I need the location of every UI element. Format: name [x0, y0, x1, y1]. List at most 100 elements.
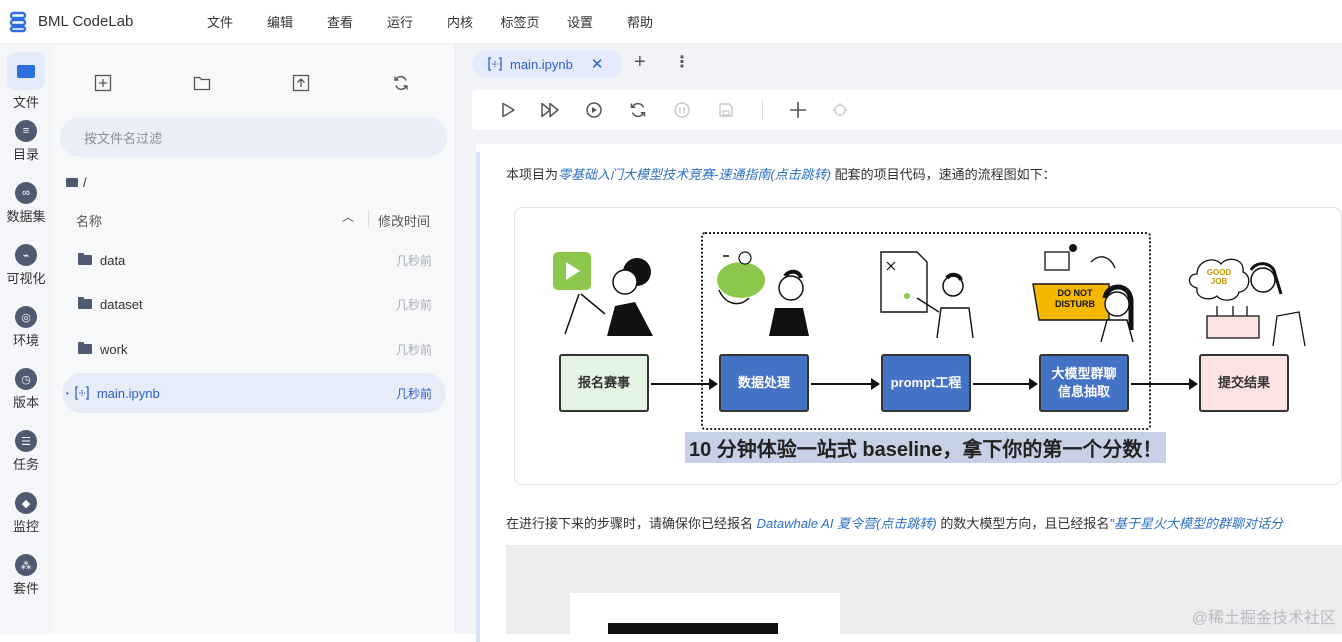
flow-step-label: prompt工程 [890, 375, 962, 390]
restart-run-icon[interactable] [584, 100, 604, 120]
notebook-icon [488, 57, 502, 71]
debug-icon[interactable] [830, 100, 850, 120]
competition-link[interactable]: "基于星火大模型的群聊对话分 [1109, 516, 1283, 531]
tab-label: main.ipynb [510, 56, 573, 72]
do-not-disturb-illustration: DO NOT DISTURB [1031, 242, 1141, 343]
intro-text: 本项目为 [506, 167, 559, 182]
sidebar-item-label: 目录 [12, 147, 39, 162]
flow-step-llm: 大模型群聊 信息抽取 [1039, 354, 1129, 412]
top-bar: BML CodeLab 文件 编辑 查看 运行 内核 标签页 设置 帮助 [0, 0, 1342, 44]
flow-step-label: 报名赛事 [577, 375, 630, 390]
sidebar-item-label: 数据集 [6, 209, 46, 224]
folder-icon [17, 64, 35, 78]
interrupt-icon[interactable] [672, 100, 692, 120]
flowchart-image: DO NOT DISTURB GOOD JOB 报名赛事 数据处理 prompt… [514, 207, 1342, 485]
sidebar-item-files[interactable]: 文件 [0, 52, 52, 111]
sidebar-item-label: 套件 [12, 581, 39, 596]
run-all-icon[interactable] [540, 100, 560, 120]
file-time: 几秒前 [395, 253, 432, 268]
breadcrumb-root[interactable]: / [83, 175, 87, 190]
restart-icon[interactable] [628, 100, 648, 120]
tab-main-ipynb[interactable]: main.ipynb ✕ [472, 50, 622, 78]
document-person-illustration [877, 248, 977, 339]
toolbar-divider [762, 100, 763, 120]
task-icon: ☰ [15, 430, 37, 452]
more-vertical-icon[interactable]: ⋮ [674, 52, 690, 72]
cell-active-bar[interactable] [476, 152, 480, 642]
clock-icon: ◷ [15, 368, 37, 390]
guide-link[interactable]: 零基础入门大模型技术竞赛-速通指南(点击跳转) [558, 167, 831, 182]
add-cell-icon[interactable] [788, 100, 808, 120]
run-icon[interactable] [498, 100, 518, 120]
sidebar-item-toc[interactable]: ≡ 目录 [0, 120, 52, 163]
sidebar-item-environment[interactable]: ◎ 环境 [0, 306, 52, 349]
sort-chevron-up-icon[interactable]: ︿ [342, 208, 354, 225]
new-folder-icon[interactable] [191, 72, 213, 94]
bml-logo-icon [8, 11, 30, 33]
menu-file[interactable]: 文件 [190, 12, 250, 31]
sidebar-item-task[interactable]: ☰ 任务 [0, 430, 52, 473]
file-row-data[interactable]: data 几秒前 [62, 240, 446, 280]
file-list-header: 名称 ︿ 修改时间 [66, 208, 446, 232]
column-name[interactable]: 名称 [76, 211, 102, 230]
camp-link[interactable]: Datawhale AI 夏令营(点击跳转) [757, 516, 937, 531]
play-person-illustration [551, 250, 661, 336]
menu-view[interactable]: 查看 [310, 12, 370, 31]
suite-icon: ⁂ [15, 554, 37, 576]
notebook-toolbar [472, 90, 1342, 130]
prereq-text: 在进行接下来的步骤时，请确保你已经报名 [506, 516, 757, 531]
intro-paragraph: 本项目为零基础入门大模型技术竞赛-速通指南(点击跳转) 配套的项目代码，速通的流… [506, 164, 1056, 183]
menu-help[interactable]: 帮助 [610, 12, 670, 31]
toc-icon: ≡ [15, 120, 37, 142]
file-row-dataset[interactable]: dataset 几秒前 [62, 284, 446, 324]
folder-icon [78, 253, 92, 265]
upload-icon[interactable] [290, 72, 312, 94]
menu-tabs[interactable]: 标签页 [490, 12, 550, 31]
notebook-icon [75, 386, 89, 400]
dataset-icon: ∞ [15, 182, 37, 204]
sidebar-item-label: 任务 [12, 457, 39, 472]
flow-step-signup: 报名赛事 [559, 354, 649, 412]
add-tab-icon[interactable]: + [634, 51, 646, 74]
main-area: main.ipynb ✕ + ⋮ 本项目为零基础入门大模型技术竞赛-速通指南(点… [456, 44, 1342, 642]
flow-step-label: 数据处理 [737, 375, 790, 390]
file-name: data [100, 252, 126, 268]
flow-arrow [1131, 378, 1198, 390]
flow-arrow [811, 378, 880, 390]
sidebar-item-monitor[interactable]: ◆ 监控 [0, 492, 52, 535]
image-preview-inner [570, 593, 840, 634]
file-row-main-ipynb[interactable]: • main.ipynb 几秒前 [62, 373, 446, 413]
monitor-icon: ◆ [15, 492, 37, 514]
refresh-icon[interactable] [390, 72, 412, 94]
new-file-icon[interactable] [92, 72, 114, 94]
folder-icon [78, 297, 92, 309]
close-icon[interactable]: ✕ [591, 55, 604, 73]
save-icon[interactable] [716, 100, 736, 120]
flow-step-prompt: prompt工程 [881, 354, 971, 412]
menu-settings[interactable]: 设置 [550, 12, 610, 31]
file-row-work[interactable]: work 几秒前 [62, 329, 446, 369]
menu-kernel[interactable]: 内核 [430, 12, 490, 31]
sidebar-item-visualize[interactable]: ⌁ 可视化 [0, 244, 52, 287]
menu-run[interactable]: 运行 [370, 12, 430, 31]
filter-input[interactable]: 按文件名过滤 [60, 117, 447, 157]
chart-icon: ⌁ [15, 244, 37, 266]
flow-arrow [973, 378, 1038, 390]
app-title: BML CodeLab [38, 13, 134, 30]
file-name: work [100, 341, 128, 357]
flow-step-label: 信息抽取 [1057, 384, 1110, 399]
breadcrumb[interactable]: / [66, 175, 87, 190]
sidebar-item-dataset[interactable]: ∞ 数据集 [0, 182, 52, 225]
file-time: 几秒前 [395, 386, 432, 401]
piggybank-person-illustration [715, 250, 815, 336]
sidebar-item-suite[interactable]: ⁂ 套件 [0, 554, 52, 597]
prereq-paragraph: 在进行接下来的步骤时，请确保你已经报名 Datawhale AI 夏令营(点击跳… [506, 513, 1283, 532]
tab-bar: main.ipynb ✕ + ⋮ [456, 44, 1342, 82]
file-time: 几秒前 [395, 342, 432, 357]
column-modified[interactable]: 修改时间 [378, 211, 430, 230]
intro-text-suffix: 配套的项目代码，速通的流程图如下： [831, 167, 1056, 182]
sidebar-item-version[interactable]: ◷ 版本 [0, 368, 52, 411]
activity-bar: 文件 ≡ 目录 ∞ 数据集 ⌁ 可视化 ◎ 环境 ◷ 版本 ☰ 任务 ◆ 监控 … [0, 44, 52, 634]
menu-edit[interactable]: 编辑 [250, 12, 310, 31]
sidebar-item-label: 文件 [12, 95, 39, 110]
